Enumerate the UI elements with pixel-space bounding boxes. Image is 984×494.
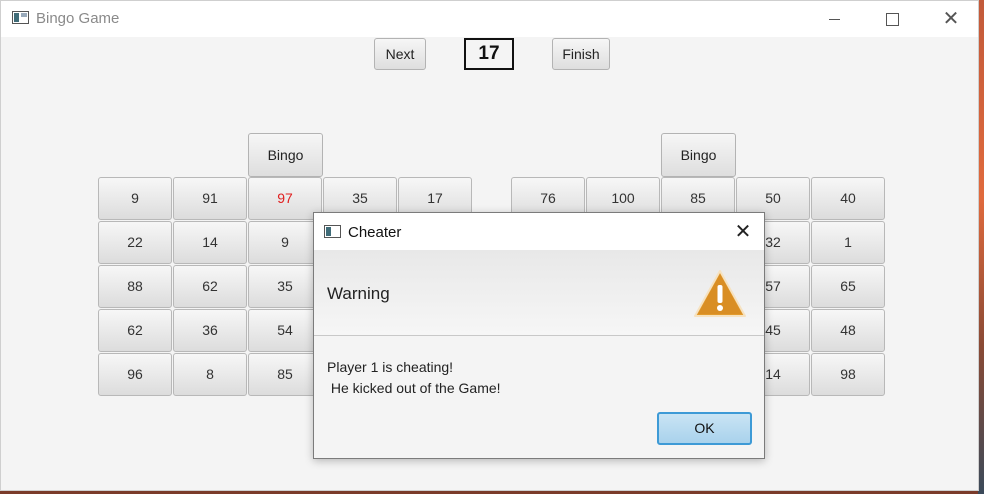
board-cell[interactable]: 91 xyxy=(173,177,247,220)
title-bar[interactable]: Bingo Game ✕ xyxy=(1,1,978,37)
next-button[interactable]: Next xyxy=(374,38,426,70)
board-cell[interactable]: 8 xyxy=(173,353,247,396)
maximize-icon[interactable] xyxy=(869,1,915,37)
dialog-close-icon[interactable]: ✕ xyxy=(728,219,758,245)
close-icon[interactable]: ✕ xyxy=(928,1,974,37)
board-cell[interactable]: 40 xyxy=(811,177,885,220)
board-cell[interactable]: 22 xyxy=(98,221,172,264)
board-cell[interactable]: 9 xyxy=(98,177,172,220)
board-cell[interactable]: 9 xyxy=(248,221,322,264)
board-cell[interactable]: 48 xyxy=(811,309,885,352)
minimize-icon[interactable] xyxy=(811,1,857,37)
board-cell[interactable]: 98 xyxy=(811,353,885,396)
board-cell[interactable]: 36 xyxy=(173,309,247,352)
dialog-message: Player 1 is cheating! He kicked out of t… xyxy=(327,359,501,396)
board-cell[interactable]: 62 xyxy=(173,265,247,308)
board-cell[interactable]: 1 xyxy=(811,221,885,264)
window-title: Bingo Game xyxy=(36,10,120,27)
app-icon xyxy=(12,11,29,24)
ok-button[interactable]: OK xyxy=(657,412,752,445)
board-cell[interactable]: 62 xyxy=(98,309,172,352)
board-cell[interactable]: 65 xyxy=(811,265,885,308)
cheater-dialog: Cheater ✕ Warning Player 1 is cheating! … xyxy=(313,212,765,459)
finish-button[interactable]: Finish xyxy=(552,38,610,70)
board-cell[interactable]: 14 xyxy=(173,221,247,264)
dialog-app-icon xyxy=(324,225,341,238)
board-cell-marked[interactable]: 97 xyxy=(248,177,322,220)
current-number: 17 xyxy=(464,38,514,70)
dialog-title-bar[interactable]: Cheater ✕ xyxy=(314,213,764,250)
board-cell[interactable]: 85 xyxy=(248,353,322,396)
board-cell[interactable]: 35 xyxy=(248,265,322,308)
dialog-heading: Warning xyxy=(327,284,390,303)
board-cell[interactable]: 88 xyxy=(98,265,172,308)
board-cell[interactable]: 96 xyxy=(98,353,172,396)
dialog-title: Cheater xyxy=(348,224,402,241)
player2-bingo-button[interactable]: Bingo xyxy=(661,133,736,177)
player1-bingo-button[interactable]: Bingo xyxy=(248,133,323,177)
warning-icon xyxy=(694,270,746,317)
board-cell[interactable]: 54 xyxy=(248,309,322,352)
dialog-header: Warning xyxy=(314,250,764,336)
